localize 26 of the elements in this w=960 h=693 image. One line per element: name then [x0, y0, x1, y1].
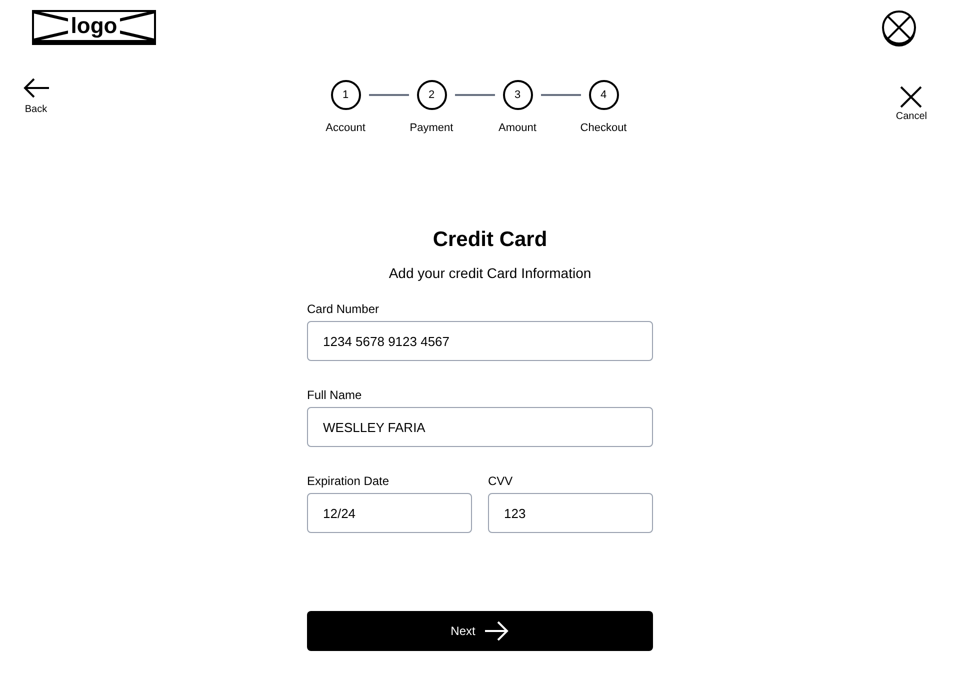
close-icon[interactable]	[900, 86, 922, 108]
form-subtitle: Add your credit Card Information	[388, 266, 592, 280]
step-label: Checkout	[580, 123, 627, 134]
field-label: CVV	[488, 475, 514, 487]
step-label: Amount	[498, 123, 536, 134]
step-label: Account	[326, 123, 366, 134]
input-field[interactable]: 12/24	[307, 493, 472, 533]
step-number[interactable]: 3	[502, 80, 532, 110]
form-title: Credit Card	[432, 229, 548, 250]
back-arrow-icon[interactable]	[23, 78, 49, 98]
field-label: Card Number	[307, 303, 380, 315]
step-number[interactable]: 4	[588, 80, 618, 110]
arrow-right-icon	[485, 621, 510, 641]
step-number[interactable]: 2	[416, 80, 446, 110]
logo: logo	[32, 10, 156, 45]
input-field[interactable]: WESLLEY FARIA	[307, 407, 653, 447]
input-field[interactable]: 1234 5678 9123 4567	[307, 321, 653, 361]
step-label: Payment	[410, 123, 454, 134]
input-field[interactable]: 123	[488, 493, 653, 533]
step-number[interactable]: 1	[330, 80, 360, 110]
avatar-placeholder-icon[interactable]	[881, 10, 917, 48]
next-button[interactable]: Next	[307, 611, 653, 651]
field-label: Expiration Date	[307, 475, 390, 487]
cancel-button[interactable]: Cancel	[896, 112, 927, 122]
back-button[interactable]: Back	[24, 105, 48, 115]
field-label: Full Name	[307, 389, 363, 401]
